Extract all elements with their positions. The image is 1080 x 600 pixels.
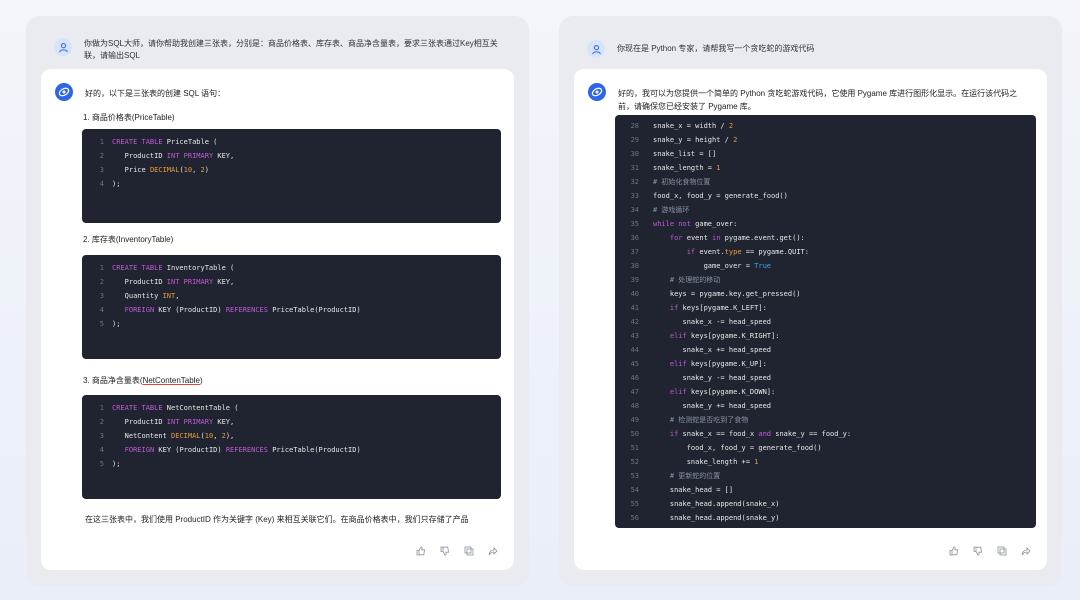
user-icon bbox=[58, 42, 68, 52]
answer-card: 好的，我可以为您提供一个简单的 Python 贪吃蛇游戏代码，它使用 Pygam… bbox=[574, 69, 1047, 570]
answer-card: 好的，以下是三张表的创建 SQL 语句： 1. 商品价格表(PriceTable… bbox=[41, 69, 514, 570]
copy-icon bbox=[997, 546, 1007, 556]
bot-avatar bbox=[55, 83, 73, 101]
share-button[interactable] bbox=[488, 546, 498, 556]
thumbs-down-button[interactable] bbox=[973, 546, 983, 556]
share-button[interactable] bbox=[1021, 546, 1031, 556]
section-label-price: 1. 商品价格表(PriceTable) bbox=[83, 113, 175, 122]
section-label-inventory: 2. 库存表(InventoryTable) bbox=[83, 235, 174, 244]
user-message: 你现在是 Python 专家，请帮我写一个贪吃蛇的游戏代码 bbox=[587, 40, 1042, 58]
user-avatar bbox=[54, 38, 72, 56]
bot-logo-icon bbox=[591, 87, 603, 97]
section-label-netcontent-prefix: 3. 商品净含量表( bbox=[83, 376, 143, 385]
bot-intro-text: 好的，我可以为您提供一个简单的 Python 贪吃蛇游戏代码，它使用 Pygam… bbox=[618, 89, 1018, 111]
message-actions bbox=[416, 546, 498, 556]
copy-button[interactable] bbox=[997, 546, 1007, 556]
copy-button[interactable] bbox=[464, 546, 474, 556]
bot-logo-icon bbox=[58, 87, 70, 97]
thumbs-up-icon bbox=[949, 546, 958, 556]
chat-panel-left: 你做为SQL大师，请你帮助我创建三张表，分别是：商品价格表、库存表、商品净含量表… bbox=[26, 16, 529, 586]
thumbs-up-button[interactable] bbox=[949, 546, 959, 556]
section-label-netcontent-name: NetContenTable bbox=[142, 376, 200, 385]
thumbs-up-icon bbox=[416, 546, 425, 556]
section-label-netcontent: 3. 商品净含量表(NetContenTable) bbox=[83, 375, 203, 386]
chat-panel-right: 你现在是 Python 专家，请帮我写一个贪吃蛇的游戏代码 好的，我可以为您提供… bbox=[559, 16, 1062, 586]
thumbs-down-icon bbox=[973, 546, 982, 556]
message-actions bbox=[949, 546, 1031, 556]
thumbs-down-button[interactable] bbox=[440, 546, 450, 556]
bot-intro-text: 好的，以下是三张表的创建 SQL 语句： bbox=[85, 89, 226, 98]
user-avatar bbox=[587, 40, 605, 58]
thumbs-up-button[interactable] bbox=[416, 546, 426, 556]
section-label-netcontent-suffix: ) bbox=[199, 376, 203, 385]
share-icon bbox=[488, 547, 498, 556]
code-block-snake[interactable]: 28 snake_x = width / 2 29 snake_y = height… bbox=[615, 115, 1036, 528]
user-prompt-text: 你做为SQL大师，请你帮助我创建三张表，分别是：商品价格表、库存表、商品净含量表… bbox=[84, 39, 498, 60]
share-icon bbox=[1021, 547, 1031, 556]
code-block-price: 1 CREATE TABLE PriceTable ( 2 ProductID I… bbox=[82, 129, 501, 223]
user-prompt-text: 你现在是 Python 专家，请帮我写一个贪吃蛇的游戏代码 bbox=[617, 44, 815, 53]
thumbs-down-icon bbox=[440, 546, 449, 556]
user-message: 你做为SQL大师，请你帮助我创建三张表，分别是：商品价格表、库存表、商品净含量表… bbox=[54, 38, 509, 62]
code-block-inventory: 1 CREATE TABLE InventoryTable ( 2 Product… bbox=[82, 255, 501, 359]
answer-footer-text: 在这三张表中，我们使用 ProductID 作为关键字 (Key) 来相互关联它… bbox=[85, 515, 469, 524]
user-icon bbox=[591, 44, 601, 54]
copy-icon bbox=[464, 546, 474, 556]
bot-avatar bbox=[588, 83, 606, 101]
code-block-netcontent: 1 CREATE TABLE NetContentTable ( 2 Produc… bbox=[82, 395, 501, 499]
